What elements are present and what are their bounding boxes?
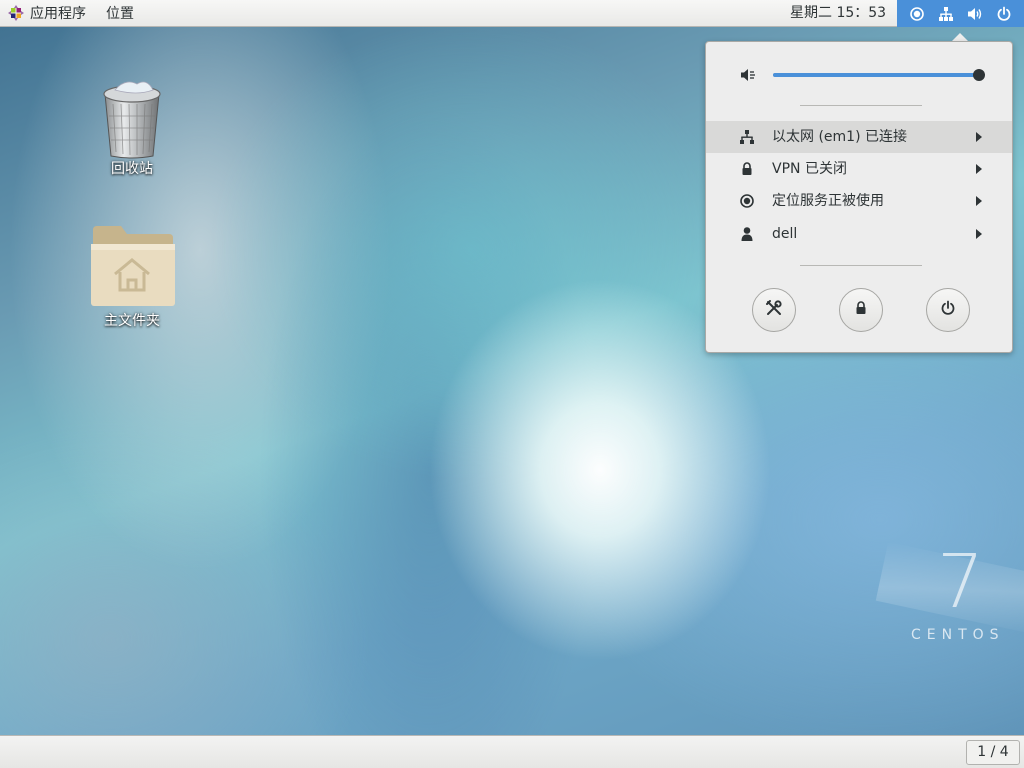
- vpn-lock-icon: [739, 161, 755, 177]
- menu-item-label: dell: [772, 226, 798, 242]
- submenu-arrow-icon: [976, 229, 982, 239]
- menu-item-user[interactable]: dell: [706, 218, 1012, 250]
- menu-item-label: 定位服务正被使用: [772, 193, 884, 209]
- volume-slider-handle[interactable]: [972, 69, 985, 81]
- power-off-button[interactable]: [926, 288, 970, 332]
- menu-item-label: 以太网 (em1) 已连接: [772, 129, 907, 145]
- top-bar: 应用程序 位置 星期二 15：53: [0, 0, 1024, 27]
- lock-icon: [853, 300, 869, 320]
- network-wired-icon: [937, 5, 955, 23]
- desktop-icon-label: 回收站: [111, 161, 153, 177]
- desktop-icon-trash[interactable]: 回收站: [77, 76, 187, 178]
- bottom-bar: 1 / 4: [0, 735, 1024, 768]
- places-menu[interactable]: 位置: [94, 0, 144, 27]
- network-wired-icon: [739, 129, 755, 145]
- submenu-arrow-icon: [976, 164, 982, 174]
- volume-row: [706, 64, 1012, 86]
- workspace-indicator[interactable]: 1 / 4: [966, 740, 1020, 765]
- system-menu: 以太网 (em1) 已连接 VPN 已关闭 定位服务正被使用 dell: [705, 41, 1013, 353]
- power-icon: [995, 5, 1013, 23]
- desktop-icon-label: 主文件夹: [104, 313, 160, 329]
- menu-item-label: VPN 已关闭: [772, 161, 847, 177]
- settings-icon: [765, 299, 783, 321]
- submenu-arrow-icon: [976, 196, 982, 206]
- location-icon: [739, 193, 755, 209]
- applications-menu-label: 应用程序: [30, 6, 86, 22]
- menu-item-vpn[interactable]: VPN 已关闭: [706, 153, 1012, 185]
- system-status-area[interactable]: [897, 0, 1024, 27]
- clock[interactable]: 星期二 15：53: [790, 0, 886, 27]
- separator: [800, 265, 922, 266]
- user-icon: [739, 226, 755, 242]
- volume-slider[interactable]: [773, 69, 985, 81]
- location-icon: [908, 5, 926, 23]
- home-folder-icon: [77, 224, 187, 308]
- power-icon: [940, 300, 956, 320]
- volume-slider-fill: [773, 73, 979, 77]
- centos-version-watermark: 7: [937, 539, 985, 625]
- applications-menu[interactable]: 应用程序: [0, 0, 94, 27]
- volume-icon: [966, 5, 984, 23]
- desktop-icon-home[interactable]: 主文件夹: [77, 224, 187, 330]
- menu-item-location[interactable]: 定位服务正被使用: [706, 185, 1012, 217]
- lock-screen-button[interactable]: [839, 288, 883, 332]
- settings-button[interactable]: [752, 288, 796, 332]
- menu-item-ethernet[interactable]: 以太网 (em1) 已连接: [706, 121, 1012, 153]
- separator: [800, 105, 922, 106]
- places-menu-label: 位置: [106, 6, 134, 22]
- volume-muted-icon[interactable]: [739, 66, 757, 84]
- trash-icon: [77, 76, 187, 159]
- centos-logo-icon: [8, 5, 24, 21]
- centos-name-watermark: CENTOS: [911, 627, 1005, 643]
- submenu-arrow-icon: [976, 132, 982, 142]
